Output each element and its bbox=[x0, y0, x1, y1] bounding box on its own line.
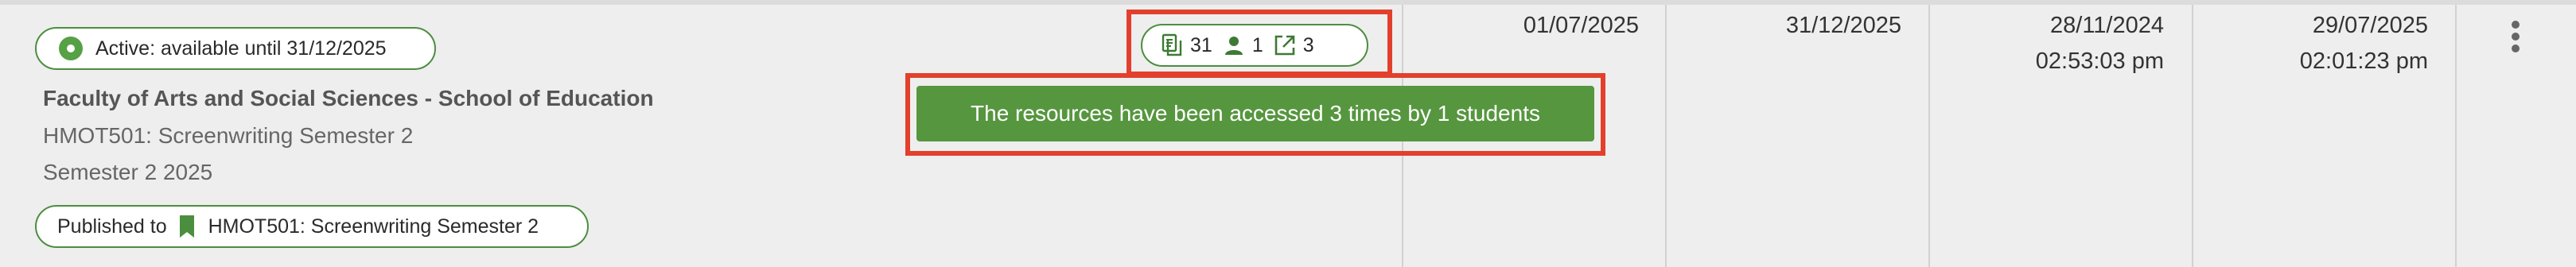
published-prefix: Published to bbox=[57, 215, 167, 238]
document-icon bbox=[1162, 33, 1182, 56]
end-date: 31/12/2025 bbox=[1785, 13, 1901, 38]
semester-label: Semester 2 2025 bbox=[43, 160, 213, 184]
resource-stats-badge[interactable]: 31 1 3 bbox=[1141, 24, 1368, 67]
student-count: 1 bbox=[1251, 33, 1263, 56]
faculty-name: Faculty of Arts and Social Sciences - Sc… bbox=[43, 86, 654, 110]
bookmark-icon bbox=[179, 215, 194, 238]
start-date: 01/07/2025 bbox=[1523, 13, 1639, 38]
more-options-icon[interactable] bbox=[2504, 21, 2527, 60]
external-link-icon bbox=[1274, 35, 1295, 56]
created-date: 28/11/2024 bbox=[2050, 13, 2164, 38]
access-tooltip: The resources have been accessed 3 times… bbox=[916, 86, 1594, 141]
column-divider bbox=[2192, 5, 2193, 267]
published-target: HMOT501: Screenwriting Semester 2 bbox=[208, 215, 539, 238]
published-to-chip[interactable]: Published to HMOT501: Screenwriting Seme… bbox=[35, 205, 589, 248]
column-divider bbox=[2455, 5, 2457, 267]
status-badge: Active: available until 31/12/2025 bbox=[35, 27, 436, 70]
column-divider bbox=[1928, 5, 1930, 267]
document-count: 31 bbox=[1190, 33, 1212, 56]
column-divider bbox=[1665, 5, 1667, 267]
modified-date: 29/07/2025 bbox=[2312, 13, 2428, 38]
access-count: 3 bbox=[1302, 33, 1314, 56]
modified-time: 02:01:23 pm bbox=[2299, 48, 2428, 74]
person-icon bbox=[1224, 37, 1243, 55]
created-time: 02:53:03 pm bbox=[2035, 48, 2164, 74]
status-label: Active: available until 31/12/2025 bbox=[95, 37, 387, 60]
course-name: HMOT501: Screenwriting Semester 2 bbox=[43, 123, 414, 148]
status-dot-icon bbox=[59, 37, 83, 60]
